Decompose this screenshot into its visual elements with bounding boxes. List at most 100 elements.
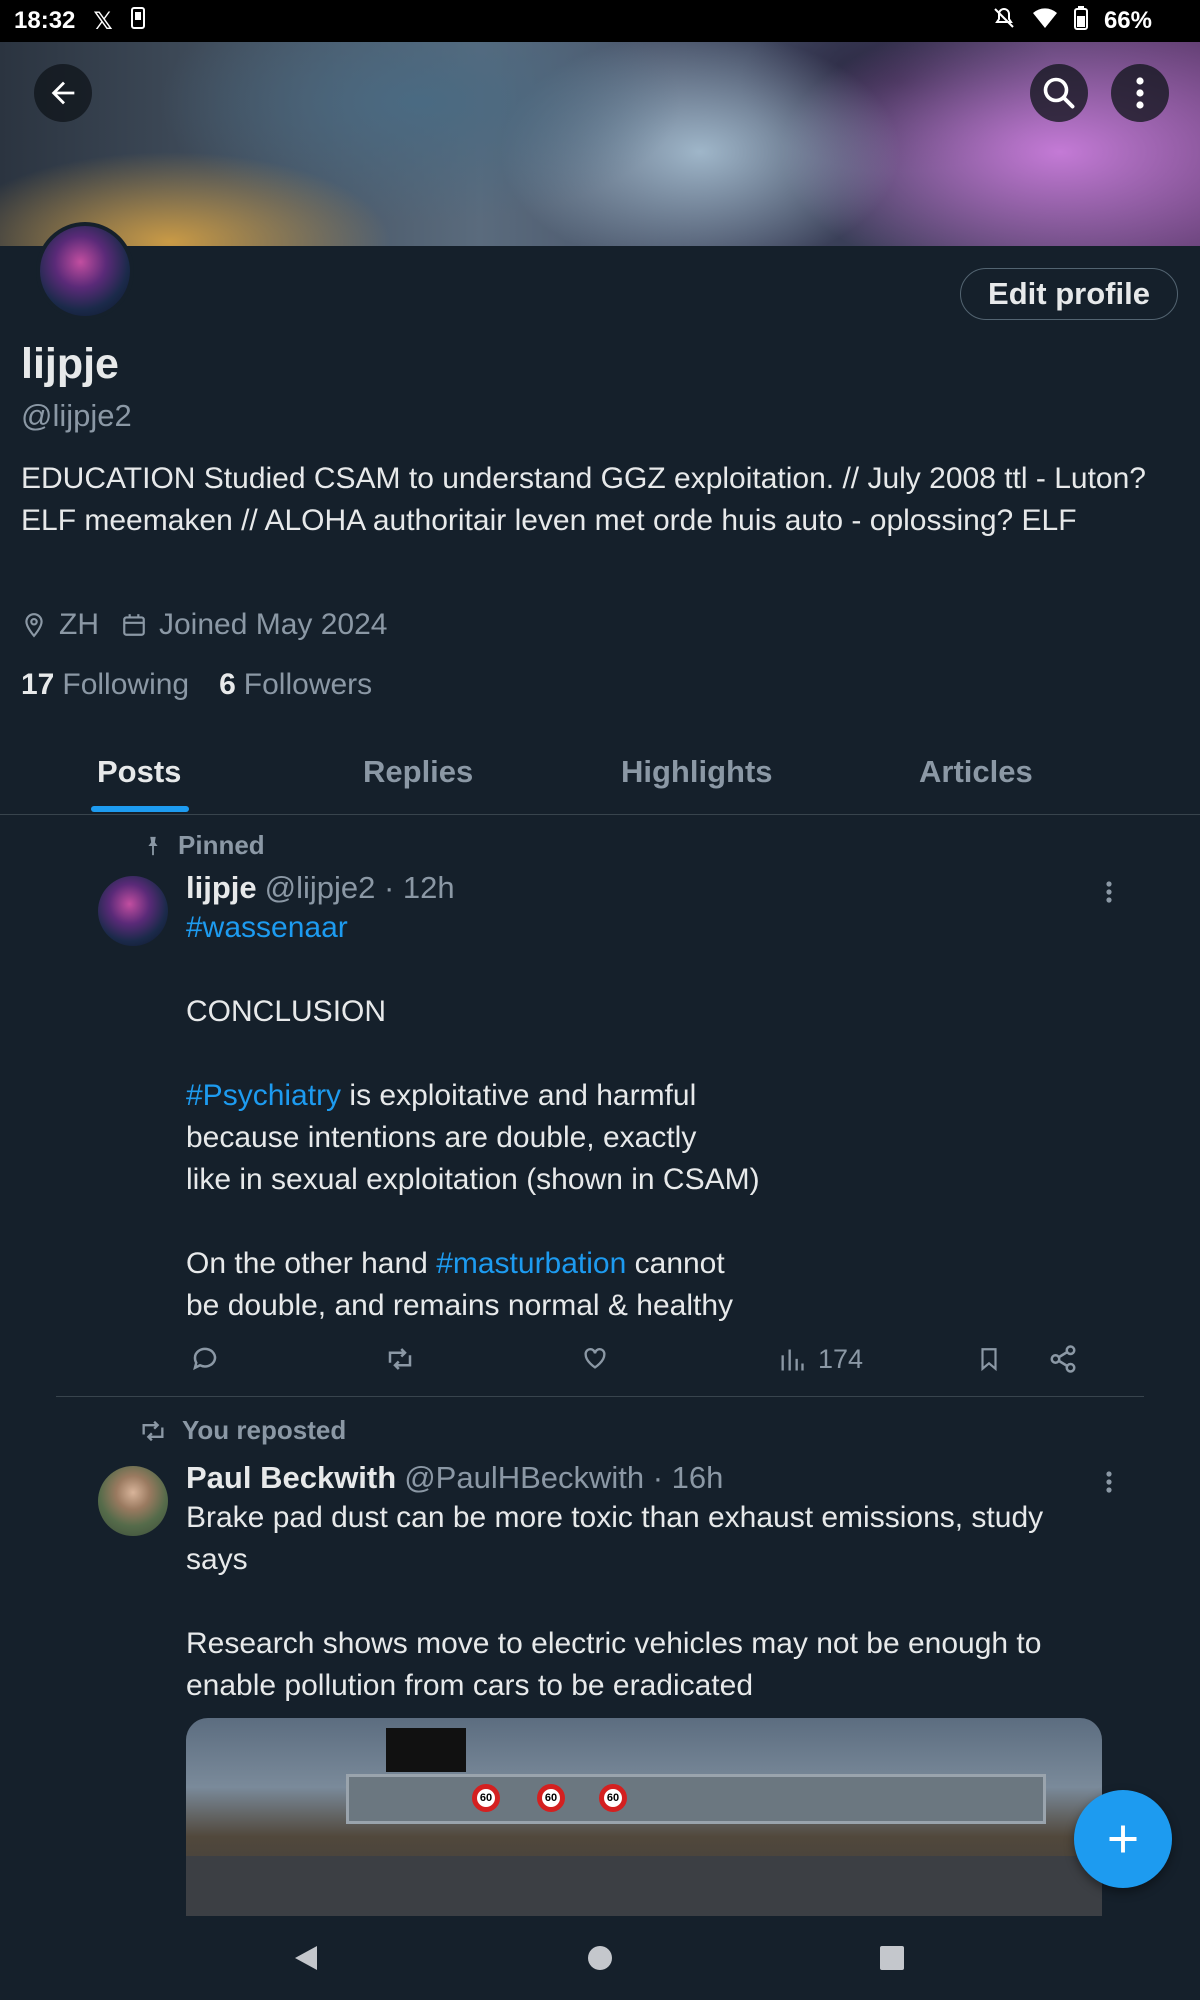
following-count: 17 — [21, 668, 55, 701]
heart-icon — [584, 1348, 606, 1369]
search-button[interactable] — [1030, 64, 1088, 122]
hashtag-link[interactable]: #masturbation — [436, 1247, 626, 1280]
views-chart-icon — [781, 1349, 804, 1370]
tab-replies[interactable]: Replies — [363, 754, 473, 790]
location-pin-icon — [25, 613, 43, 638]
following-label: Following — [62, 668, 190, 701]
tweet-avatar[interactable] — [98, 1466, 168, 1536]
tab-posts[interactable]: Posts — [97, 754, 181, 790]
tweet-text: #wassenaar CONCLUSION #Psychiatry is exp… — [186, 907, 1086, 1327]
tweet-text-line: like in sexual exploitation (shown in CS… — [186, 1163, 760, 1196]
speed-sign: 60 — [472, 1784, 500, 1812]
tweet-text-line: On the other hand — [186, 1247, 437, 1280]
tweet-text-line: because intentions are double, exactly — [186, 1121, 697, 1154]
more-vertical-icon — [1136, 77, 1144, 109]
tweet-text-line: be double, and remains normal & healthy — [186, 1289, 734, 1322]
follow-counts: 17 Following 6 Followers — [21, 668, 402, 702]
hashtag-link[interactable]: #wassenaar — [186, 911, 348, 944]
tweet-header: Paul Beckwith @PaulHBeckwith · 16h — [186, 1460, 723, 1496]
pinned-context: Pinned — [142, 830, 265, 861]
profile-bio: EDUCATION Studied CSAM to understand GGZ… — [21, 462, 1146, 537]
repost-icon — [142, 1420, 164, 1441]
like-button[interactable] — [580, 1344, 610, 1372]
location-text: ZH — [59, 608, 99, 641]
followers-count: 6 — [219, 668, 236, 701]
mute-icon — [992, 6, 1016, 37]
sim-icon — [130, 6, 145, 36]
speed-sign: 60 — [599, 1784, 627, 1812]
hashtag-link[interactable]: #Psychiatry — [186, 1079, 341, 1112]
tweet-handle-time: @lijpje2 · 12h — [264, 870, 455, 905]
tab-highlights[interactable]: Highlights — [621, 754, 773, 790]
nav-recents-button[interactable] — [870, 1936, 914, 1980]
profile-joined: Joined May 2024 — [121, 608, 388, 642]
reply-icon — [193, 1347, 217, 1371]
tweet-actions: 174 — [186, 1344, 1086, 1384]
more-vertical-icon — [1106, 881, 1112, 903]
tweet-text: Brake pad dust can be more toxic than ex… — [186, 1501, 1044, 1702]
triangle-back-icon — [295, 1946, 317, 1970]
profile-display-name: lijpje — [21, 340, 119, 388]
plus-icon — [1109, 1825, 1137, 1853]
x-logo-icon: 𝕏 — [93, 7, 113, 35]
status-time: 18:32 — [14, 7, 76, 34]
followers-label: Followers — [243, 668, 373, 701]
tweet-text-line: cannot — [626, 1247, 725, 1280]
tweet-author-name[interactable]: lijpje — [186, 870, 257, 906]
battery-icon — [1073, 5, 1088, 37]
bookmark-button[interactable] — [976, 1344, 1002, 1374]
road-surface — [186, 1856, 1102, 1916]
motorway-gantry — [346, 1774, 1046, 1824]
views-count: 174 — [818, 1344, 864, 1374]
profile-handle: @lijpje2 — [21, 398, 132, 433]
profile-avatar[interactable] — [36, 222, 134, 320]
tweet-media-image[interactable]: 60 60 60 — [186, 1718, 1102, 1916]
back-button[interactable] — [34, 64, 92, 122]
tweet-more-button[interactable] — [1089, 1462, 1129, 1502]
tweet-text-line: CONCLUSION — [186, 995, 387, 1028]
profile-tabs: Posts Replies Highlights Articles — [0, 740, 1200, 815]
views-button[interactable]: 174 — [778, 1344, 863, 1375]
tweet-handle-time: @PaulHBeckwith · 16h — [404, 1460, 724, 1495]
tab-articles[interactable]: Articles — [919, 754, 1033, 790]
status-bar: 18:32 𝕏 66% — [0, 0, 1200, 42]
system-nav-bar — [0, 1916, 1200, 2000]
active-tab-indicator — [91, 806, 189, 812]
arrow-left-icon — [51, 81, 75, 105]
circle-home-icon — [588, 1946, 612, 1970]
pinned-label: Pinned — [178, 830, 265, 860]
repost-icon — [388, 1348, 412, 1370]
search-icon — [1043, 77, 1075, 109]
overhead-board — [386, 1728, 466, 1772]
repost-label: You reposted — [182, 1415, 347, 1445]
bookmark-icon — [981, 1348, 997, 1372]
repost-context: You reposted — [138, 1415, 346, 1446]
pin-icon — [148, 836, 158, 855]
profile-banner[interactable] — [0, 42, 1200, 246]
edit-profile-button[interactable]: Edit profile — [960, 268, 1178, 320]
repost-button[interactable] — [384, 1344, 416, 1374]
share-icon — [1050, 1345, 1076, 1373]
tweet-text-line: is exploitative and harmful — [341, 1079, 697, 1112]
tweet-more-button[interactable] — [1089, 872, 1129, 912]
reply-button[interactable] — [190, 1344, 220, 1374]
nav-home-button[interactable] — [578, 1936, 622, 1980]
calendar-icon — [123, 614, 145, 636]
profile-meta: ZH Joined May 2024 — [21, 608, 410, 642]
square-recents-icon — [880, 1946, 904, 1970]
tweet-avatar[interactable] — [98, 876, 168, 946]
tweet-divider — [56, 1396, 1144, 1397]
joined-text: Joined May 2024 — [159, 608, 388, 641]
battery-percent: 66% — [1103, 7, 1152, 34]
following-link[interactable]: 17 Following — [21, 668, 189, 702]
profile-location: ZH — [21, 608, 99, 642]
compose-post-button[interactable] — [1074, 1790, 1172, 1888]
more-options-button[interactable] — [1111, 64, 1169, 122]
tweet-author-name[interactable]: Paul Beckwith — [186, 1460, 396, 1496]
tweet-header: lijpje @lijpje2 · 12h — [186, 870, 455, 906]
nav-back-button[interactable] — [284, 1936, 328, 1980]
share-button[interactable] — [1048, 1344, 1078, 1374]
more-vertical-icon — [1106, 1471, 1112, 1493]
wifi-icon — [1032, 7, 1058, 36]
followers-link[interactable]: 6 Followers — [219, 668, 372, 702]
